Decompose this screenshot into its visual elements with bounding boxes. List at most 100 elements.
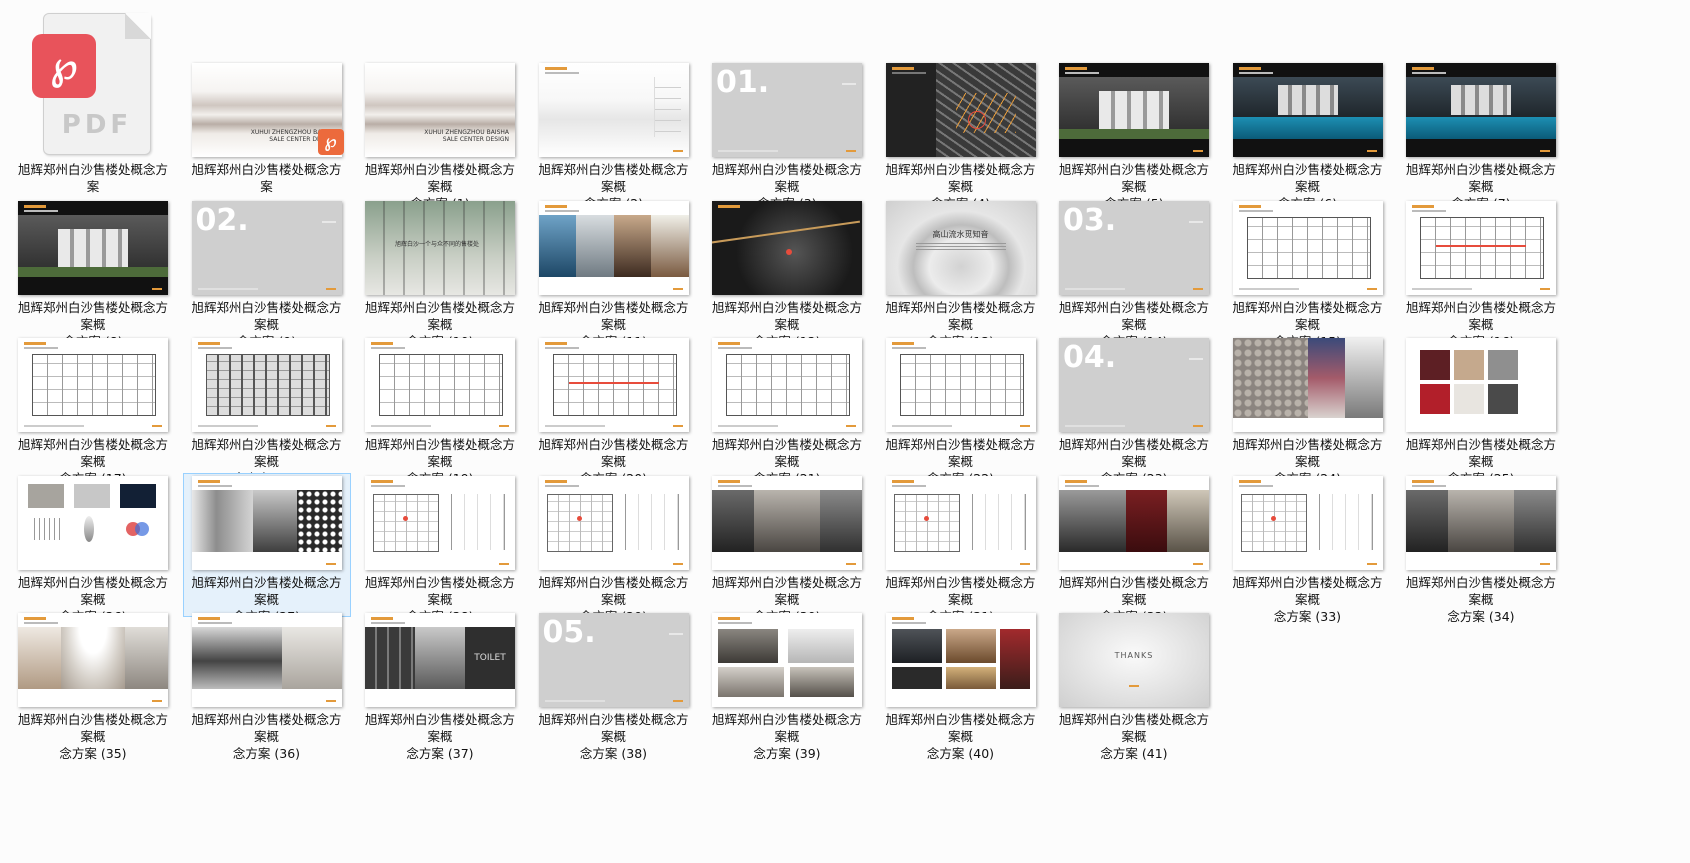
file-name-line1: 旭辉郑州白沙售楼处概念方案概 [711,162,862,194]
file-item[interactable]: 旭辉郑州白沙售楼处概念方案概念方案 (18) [183,335,351,486]
file-name: 旭辉郑州白沙售楼处概念方案概 念方案 (33) [1227,574,1389,625]
file-name-line2: 念方案 (39) [753,746,821,761]
file-name-line2: 念方案 (35) [59,746,127,761]
file-item[interactable]: 旭辉郑州白沙售楼处概念方案概念方案 (31) [877,473,1045,624]
file-name-line1: 旭辉郑州白沙售楼处概念方案概 [1058,574,1209,607]
wall-texture-thumb [1232,338,1383,432]
file-item[interactable]: 旭辉郑州白沙售楼处概念方案概念方案 (26) [9,473,177,624]
section-divider-thumb: 04. [1059,338,1209,432]
file-name-line1: 旭辉郑州白沙售楼处概念方案概 [885,299,1036,332]
file-item[interactable]: 旭辉郑州白沙售楼处概念方案概念方案 (32) [1050,473,1218,624]
file-name-line1: 旭辉郑州白沙售楼处概念方案概 [1232,574,1383,607]
file-item[interactable]: ℘ PDF 旭辉郑州白沙售楼处概念方案 [9,13,177,204]
file-name-line1: 旭辉郑州白沙售楼处概念方案概 [711,712,862,744]
file-name-line1: 旭辉郑州白沙售楼处概念方案 [191,162,342,194]
file-item[interactable]: 旭辉郑州白沙售楼处概念方案概念方案 (6) [1224,60,1392,211]
file-name-line2: 念方案 (36) [232,746,301,761]
file-item[interactable]: 05. 旭辉郑州白沙售楼处概念方案概 念方案 (38) [530,610,698,761]
file-name-line1: 旭辉郑州白沙售楼处概念方案概 [364,574,515,607]
file-name-line1: 旭辉郑州白沙售楼处概念方案概 [17,299,168,332]
file-item[interactable]: 旭辉郑州白沙售楼处概念方案概念方案 (17) [9,335,177,486]
file-item[interactable]: XUHUI ZHENGZHOU BAISHA SALE CENTER DESIGN… [356,60,524,211]
file-item[interactable]: 02. 旭辉郑州白沙售楼处概念方案概念方案 (9) [183,198,351,349]
file-name-line1: 旭辉郑州白沙售楼处概念方案概 [538,574,689,607]
file-name-line1: 旭辉郑州白沙售楼处概念方案概 [1058,712,1209,744]
sketch-thumb [538,475,689,570]
file-item[interactable]: 旭辉郑州白沙售楼处概念方案概念方案 (28) [356,473,524,624]
file-item[interactable]: 旭辉郑州白沙售楼处概念方案概念方案 (7) [1397,60,1565,211]
section-divider-thumb: 05. [538,613,689,707]
file-name: 旭辉郑州白沙售楼处概念方案概 念方案 (37) [359,711,521,762]
file-item[interactable]: 旭辉郑州白沙售楼处概念方案概 念方案 (36) [183,610,351,761]
glass-thumb: 旭辉白沙一个与众不同的售楼处 [365,200,515,295]
file-item[interactable]: 旭辉郑州白沙售楼处概念方案概念方案 (29) [530,473,698,624]
file-item[interactable]: 旭辉郑州白沙售楼处概念方案概 念方案 (33) [1224,473,1392,624]
file-item[interactable]: 旭辉郑州白沙售楼处概念方案概念方案 (16) [1397,198,1565,349]
file-name: 旭辉郑州白沙售楼处概念方案 [12,161,174,195]
file-item[interactable]: 旭辉白沙一个与众不同的售楼处 旭辉郑州白沙售楼处概念方案概念方案 (10) [356,198,524,349]
pool-thumb [1406,63,1556,157]
file-item[interactable]: 旭辉郑州白沙售楼处概念方案概念方案 (24) [1224,335,1392,486]
file-name-line2: 念方案 (34) [1447,608,1515,624]
file-item[interactable]: 旭辉郑州白沙售楼处概念方案概念方案 (22) [877,335,1045,486]
thanks-text: THANKS [1114,651,1154,660]
section-divider-thumb: 02. [191,200,342,295]
dark-texture-thumb [712,200,862,295]
floor-plan-thumb [191,338,342,432]
file-name-line1: 旭辉郑州白沙售楼处概念方案概 [885,162,1036,194]
file-item[interactable]: 旭辉郑州白沙售楼处概念方案概念方案 (15) [1224,198,1392,349]
pdf-label: PDF [61,110,133,140]
file-item[interactable]: 旭辉郑州白沙售楼处概念方案概念方案 (39) [703,610,871,761]
file-item[interactable]: 旭辉郑州白沙售楼处概念方案概 念方案 (40) [877,610,1045,761]
file-item[interactable]: 旭辉郑州白沙售楼处概念方案概念方案 (20) [530,335,698,486]
file-name: 旭辉郑州白沙售楼处概念方案概念方案 (39) [706,711,868,762]
floor-plan-thumb [712,338,862,432]
file-item[interactable]: TOILET 旭辉郑州白沙售楼处概念方案概 念方案 (37) [356,610,524,761]
file-item[interactable]: XUHUI ZHENGZHOU BAISHA SALE CENTER DESIGN… [183,60,351,204]
file-item[interactable]: 旭辉郑州白沙售楼处概念方案概念方案 (35) [9,610,177,761]
water-title: 高山流水觅知音 [932,229,989,239]
file-name-line1: 旭辉郑州白沙售楼处概念方案概 [538,712,689,744]
toilet-doors-thumb: TOILET [365,613,515,707]
file-name: 旭辉郑州白沙售楼处概念方案 [186,161,348,195]
file-item[interactable]: 旭辉郑州白沙售楼处概念方案概念方案 (27) [182,472,351,624]
file-item[interactable]: THANKS 旭辉郑州白沙售楼处概念方案概 念方案 (41) [1050,610,1218,761]
file-name-line1: 旭辉郑州白沙售楼处概念方案概 [1232,437,1383,469]
pdf-file-icon: ℘ PDF [32,13,151,155]
file-item[interactable]: 旭辉郑州白沙售楼处概念方案概念方案 (30) [703,473,871,624]
file-name-line1: 旭辉郑州白沙售楼处概念方案概 [538,299,689,332]
file-name-line2: 念方案 (37) [406,746,474,761]
file-name-line1: 旭辉郑州白沙售楼处概念方案概 [17,712,168,744]
file-item[interactable]: 旭辉郑州白沙售楼处概念方案概念方案 (2) [530,60,698,211]
file-name-line1: 旭辉郑州白沙售楼处概念方案概 [1232,162,1383,194]
file-item[interactable]: 旭辉郑州白沙售楼处概念方案概念方案 (21) [703,335,871,486]
file-item[interactable]: 旭辉郑州白沙售楼处概念方案概念方案 (25) [1397,335,1565,486]
file-name-line1: 旭辉郑州白沙售楼处概念方案概 [538,437,689,469]
file-name-line2: 念方案 (40) [926,746,995,761]
concept-thumb [18,475,168,570]
sketch-thumb [365,475,515,570]
file-item[interactable]: 04. 旭辉郑州白沙售楼处概念方案概念方案 (23) [1050,335,1218,486]
file-name-line1: 旭辉郑州白沙售楼处概念方案概 [1405,574,1556,607]
file-item[interactable]: 旭辉郑州白沙售楼处概念方案概念方案 (19) [356,335,524,486]
file-item[interactable]: 旭辉郑州白沙售楼处概念方案概念方案 (5) [1050,60,1218,211]
file-item[interactable]: 旭辉郑州白沙售楼处概念方案概 念方案 (34) [1397,473,1565,624]
file-item[interactable]: 01. 旭辉郑州白沙售楼处概念方案概念方案 (3) [703,60,871,211]
file-grid: ℘ PDF 旭辉郑州白沙售楼处概念方案 XUHUI ZHENGZHOU BAIS… [0,0,1690,863]
file-item[interactable]: 旭辉郑州白沙售楼处概念方案概念方案 (4) [877,60,1045,211]
lobby-render-thumb [191,475,342,570]
water-ripple-thumb: 高山流水觅知音 [885,200,1036,295]
building-thumb [1059,63,1209,157]
interior-render-thumb [712,475,862,570]
file-item[interactable]: 高山流水觅知音 旭辉郑州白沙售楼处概念方案概念方案 (13) [877,198,1045,349]
file-name-line1: 旭辉郑州白沙售楼处概念方案概 [364,437,515,469]
furniture-thumb [712,613,862,707]
file-name-line1: 旭辉郑州白沙售楼处概念方案概 [191,437,342,469]
toilet-sign: TOILET [465,627,515,689]
file-item[interactable]: 旭辉郑州白沙售楼处概念方案概念方案 (11) [530,198,698,349]
file-item[interactable]: 旭辉郑州白沙售楼处概念方案概念方案 (12) [703,198,871,349]
file-item[interactable]: 旭辉郑州白沙售楼处概念方案概念方案 (8) [9,198,177,349]
interior-render-thumb [1059,475,1209,570]
file-item[interactable]: 03. 旭辉郑州白沙售楼处概念方案概念方案 (14) [1050,198,1218,349]
file-name-line1: 旭辉郑州白沙售楼处概念方案概 [364,299,515,332]
